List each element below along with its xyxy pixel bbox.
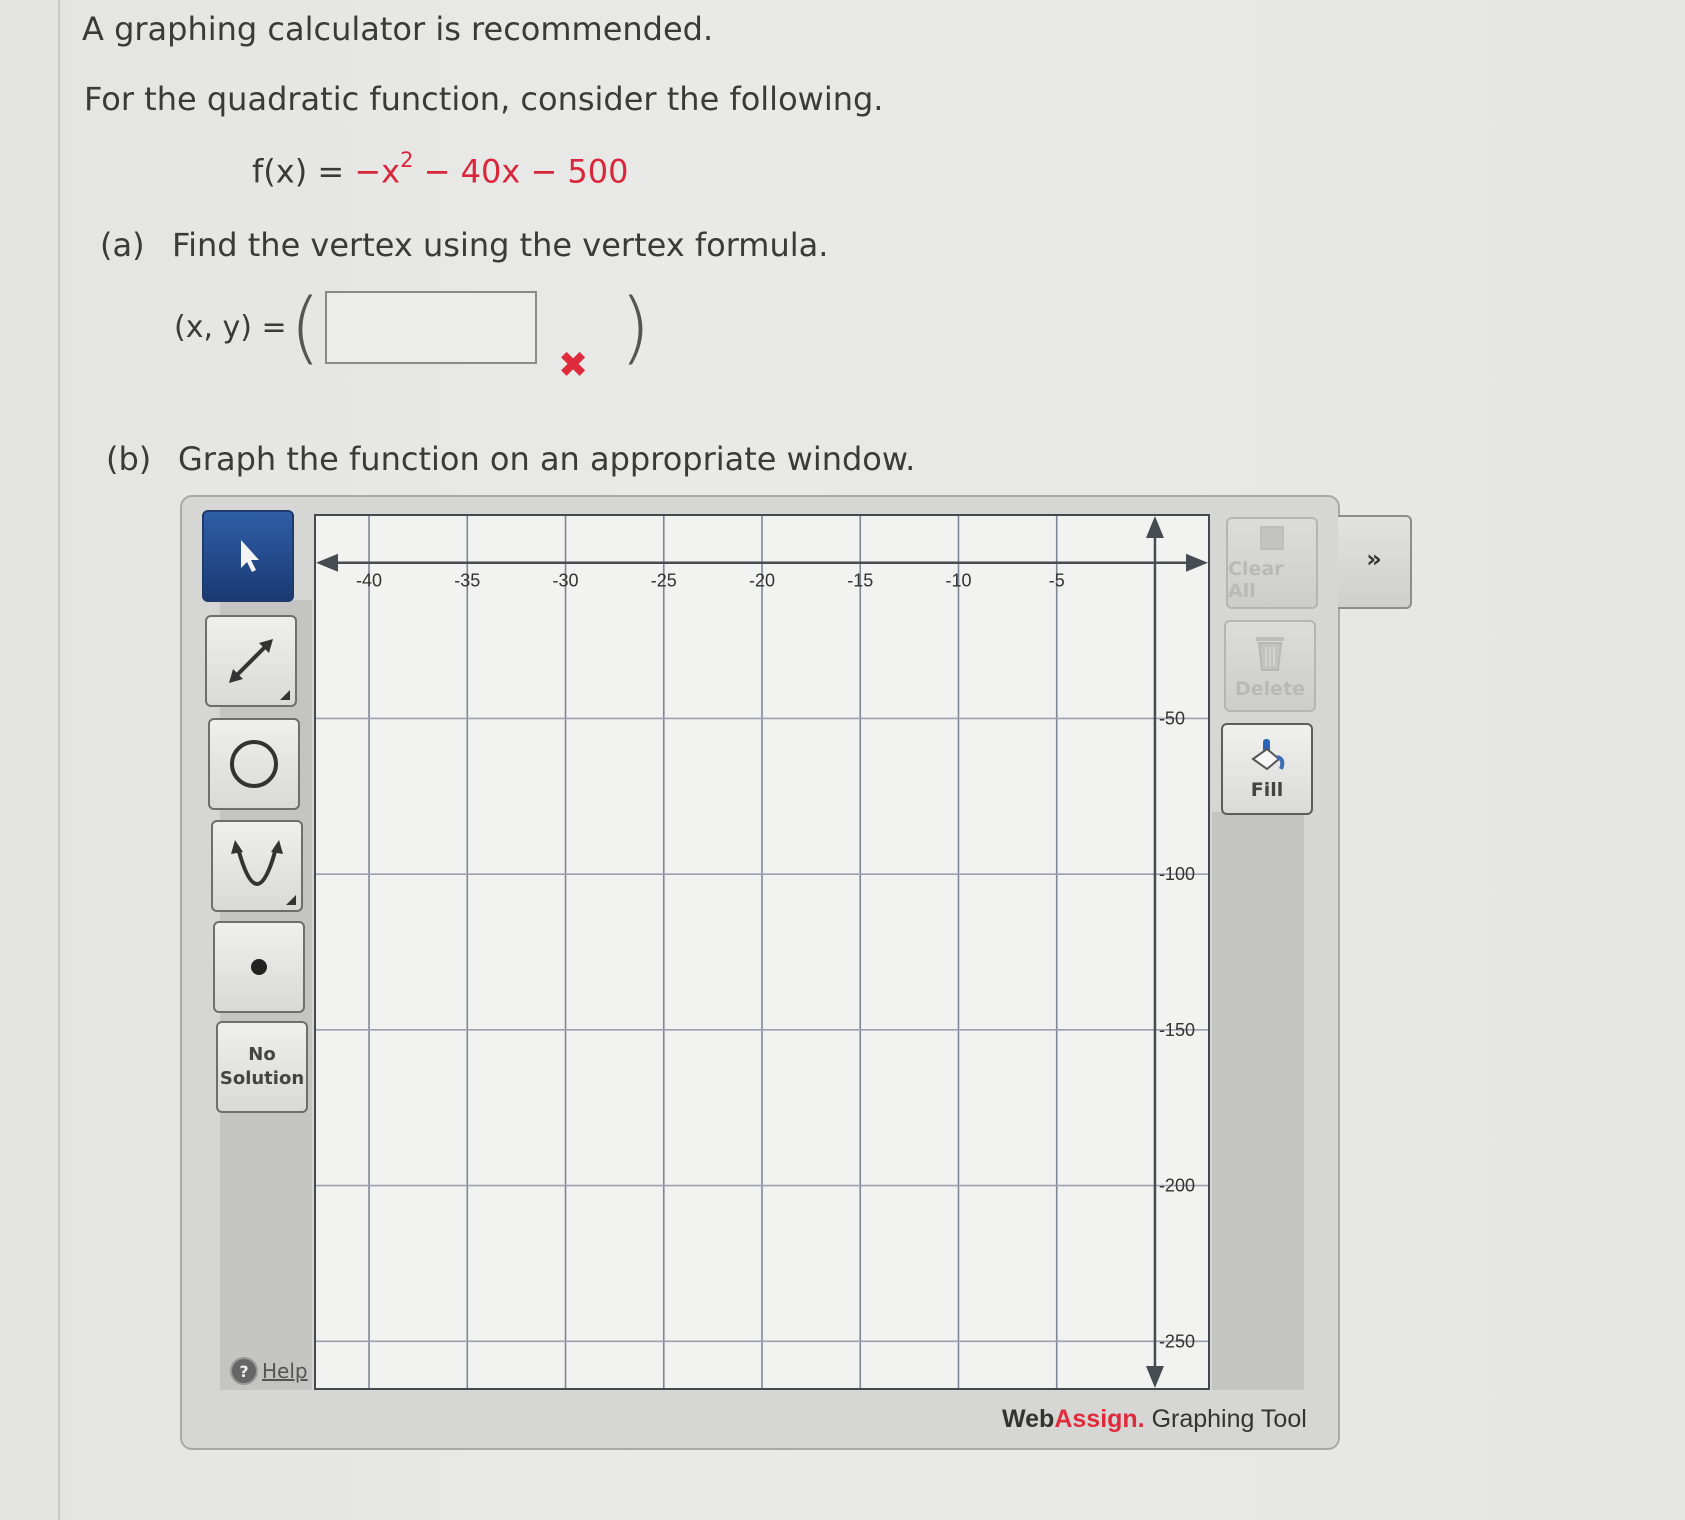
part-a-label: (a) bbox=[100, 226, 145, 264]
submenu-indicator-icon bbox=[280, 690, 290, 700]
vertex-label: (x, y) = bbox=[174, 310, 287, 345]
expand-toolbar-button[interactable]: » bbox=[1338, 515, 1412, 609]
x-tick-label: -30 bbox=[553, 571, 579, 591]
vertex-answer-input[interactable] bbox=[325, 291, 537, 364]
point-tool-button[interactable] bbox=[213, 921, 305, 1013]
graph-canvas[interactable]: -40 -35 -30 -25 -20 -15 -10 -5 -50 -100 -150 -200 -2… bbox=[314, 514, 1210, 1390]
cursor-arrow-icon bbox=[241, 540, 259, 572]
submenu-indicator-icon bbox=[286, 895, 296, 905]
x-axis-right-arrow-icon bbox=[1186, 553, 1208, 572]
part-b-label: (b) bbox=[106, 440, 152, 478]
y-tick-label: -150 bbox=[1159, 1020, 1195, 1040]
part-a-text: Find the vertex using the vertex formula… bbox=[172, 226, 829, 264]
function-expression: f(x) = −x2 − 40x − 500 bbox=[252, 148, 629, 191]
clear-all-button[interactable]: Clear All bbox=[1226, 517, 1318, 609]
double-arrow-line-icon bbox=[229, 639, 273, 683]
clear-all-label: Clear All bbox=[1228, 558, 1284, 602]
y-tick-label: -200 bbox=[1159, 1176, 1195, 1196]
function-rest: − 40x − 500 bbox=[413, 152, 629, 191]
trash-icon bbox=[1256, 637, 1284, 671]
webassign-brand: WebAssign. Graphing Tool bbox=[1002, 1405, 1307, 1434]
brand-assign: Assign. bbox=[1054, 1405, 1145, 1433]
brand-graphing-tool: Graphing Tool bbox=[1144, 1405, 1307, 1433]
right-toolbar-rail bbox=[1212, 812, 1304, 1390]
line-tool-button[interactable] bbox=[205, 615, 297, 707]
y-axis-down-arrow-icon bbox=[1145, 1366, 1164, 1388]
delete-label: Delete bbox=[1234, 678, 1306, 700]
help-label: Help bbox=[262, 1359, 308, 1383]
y-tick-label: -50 bbox=[1159, 708, 1185, 728]
help-link[interactable]: ? Help bbox=[230, 1357, 308, 1385]
no-solution-label-line1: No bbox=[248, 1044, 276, 1065]
fill-button[interactable]: Fill bbox=[1221, 723, 1313, 815]
function-exponent: 2 bbox=[400, 148, 414, 172]
x-axis-left-arrow-icon bbox=[316, 553, 338, 572]
paren-right: ) bbox=[620, 283, 651, 373]
point-icon bbox=[251, 959, 267, 975]
help-question-icon: ? bbox=[230, 1357, 258, 1385]
part-b-text: Graph the function on an appropriate win… bbox=[178, 440, 916, 478]
brand-web: Web bbox=[1002, 1405, 1055, 1433]
incorrect-x-icon: ✖ bbox=[558, 345, 589, 386]
x-tick-label: -40 bbox=[356, 571, 382, 591]
select-tool-button[interactable] bbox=[202, 510, 294, 602]
paint-bucket-icon bbox=[1251, 739, 1285, 771]
no-solution-label-line2: Solution bbox=[219, 1068, 305, 1089]
clear-all-icon bbox=[1260, 526, 1284, 550]
x-tick-label: -20 bbox=[749, 571, 775, 591]
no-solution-button[interactable]: No Solution bbox=[216, 1021, 308, 1113]
parabola-icon bbox=[231, 840, 283, 886]
y-axis-up-arrow-icon bbox=[1145, 516, 1164, 538]
x-tick-label: -5 bbox=[1049, 571, 1065, 591]
x-tick-label: -25 bbox=[651, 571, 677, 591]
page-left-border bbox=[58, 0, 60, 1520]
parabola-tool-button[interactable] bbox=[211, 820, 303, 912]
circle-tool-button[interactable] bbox=[208, 718, 300, 810]
function-lhs: f(x) = bbox=[252, 152, 355, 191]
y-tick-label: -100 bbox=[1159, 864, 1195, 884]
x-tick-label: -35 bbox=[454, 571, 480, 591]
x-tick-label: -10 bbox=[945, 571, 971, 591]
x-tick-label: -15 bbox=[847, 571, 873, 591]
fill-label: Fill bbox=[1250, 779, 1284, 801]
delete-button[interactable]: Delete bbox=[1224, 620, 1316, 712]
intro-text: A graphing calculator is recommended. bbox=[82, 10, 714, 48]
circle-icon bbox=[230, 740, 278, 788]
function-term1: −x bbox=[354, 152, 401, 191]
paren-left: ( bbox=[290, 283, 321, 373]
lead-text: For the quadratic function, consider the… bbox=[84, 80, 884, 118]
y-tick-label: -250 bbox=[1159, 1331, 1195, 1351]
graph-svg: -40 -35 -30 -25 -20 -15 -10 -5 -50 -100 -150 -200 -2… bbox=[316, 516, 1208, 1388]
